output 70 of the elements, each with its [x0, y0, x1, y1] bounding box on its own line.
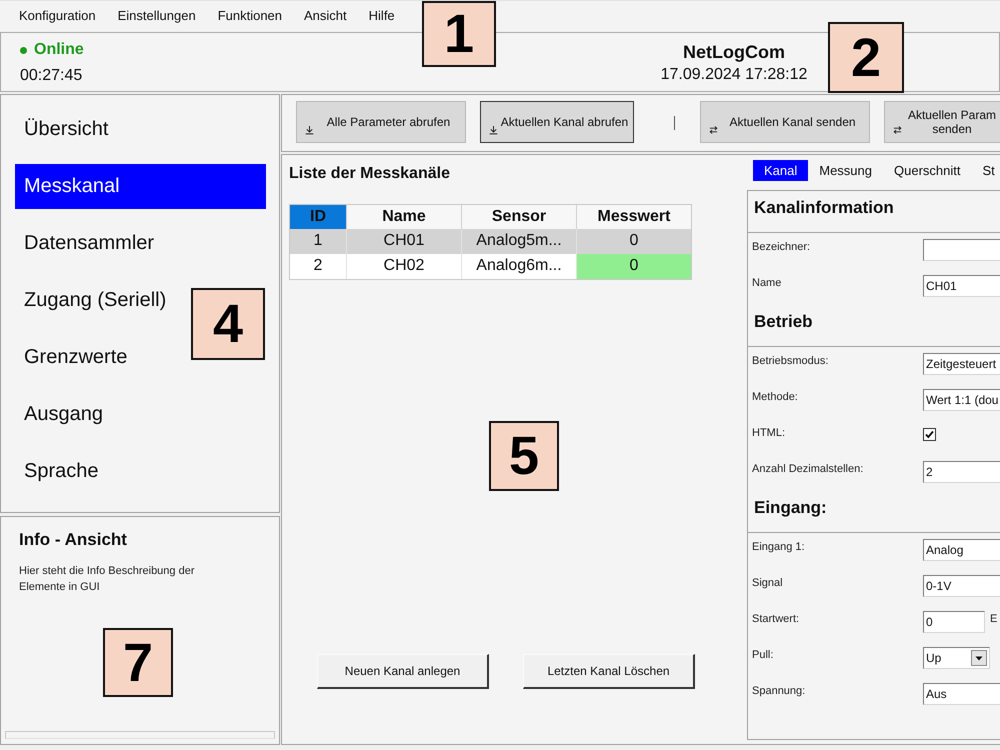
- field-label: HTML:: [752, 426, 786, 440]
- field-label: Betriebsmodus:: [752, 354, 830, 368]
- toolbar-button[interactable]: Alle Parameter abrufen: [296, 101, 466, 143]
- field-label: Startwert:: [752, 612, 800, 626]
- section-heading: Kanalinformation: [754, 198, 894, 217]
- download-icon: [489, 125, 498, 135]
- field-label: Bezeichner:: [752, 240, 812, 254]
- tab[interactable]: Querschnitt: [883, 160, 972, 181]
- caret-down-icon: [971, 650, 987, 666]
- column-header[interactable]: Messwert: [577, 205, 691, 229]
- toolbar-button[interactable]: Aktuellen Param senden: [884, 101, 1000, 143]
- toolbar-button[interactable]: Aktuellen Kanal senden: [700, 101, 870, 143]
- nav-item[interactable]: Messkanal: [15, 164, 266, 209]
- session-timer: 00:27:45: [20, 66, 82, 86]
- input-field[interactable]: Wert 1:1 (dou: [923, 389, 1000, 411]
- swap-arrows-icon: [709, 125, 718, 135]
- input-field[interactable]: 2: [923, 461, 1000, 483]
- section-heading: Betrieb: [754, 312, 813, 331]
- table-cell: CH02: [347, 254, 462, 279]
- field-label: Spannung:: [752, 684, 806, 698]
- table-row[interactable]: 1 CH01 Analog5m... 0: [290, 229, 691, 254]
- nav-item[interactable]: Sprache: [15, 449, 266, 494]
- table-cell-text: 0: [628, 231, 640, 251]
- nav-item[interactable]: Datensammler: [15, 221, 266, 266]
- field-label: Anzahl Dezimalstellen:: [752, 462, 864, 476]
- callout-number: 7: [103, 628, 173, 697]
- input-field[interactable]: Zeitgesteuert: [923, 353, 1000, 375]
- checkbox[interactable]: [923, 428, 936, 441]
- action-button[interactable]: Letzten Kanal Löschen: [523, 654, 695, 689]
- tab[interactable]: Kanal: [753, 160, 808, 181]
- swap-arrows-icon: [893, 125, 902, 135]
- status-label: Online: [34, 41, 84, 59]
- input-field[interactable]: 0: [923, 611, 985, 633]
- info-text: Hier steht die Info Beschreibung der Elemente in GUI: [19, 564, 196, 595]
- download-icon: [305, 125, 314, 135]
- nav-item[interactable]: Ausgang: [15, 392, 266, 437]
- callout-number: 2: [828, 22, 904, 93]
- callout-number: 5: [489, 421, 559, 491]
- callout-number: 1: [422, 1, 496, 67]
- date-time-label: 17.09.2024 17:28:12: [660, 65, 808, 85]
- menu-item[interactable]: Ansicht: [293, 5, 358, 27]
- input-field[interactable]: [923, 239, 1000, 261]
- input-field[interactable]: Aus: [923, 683, 1000, 705]
- callout-number: 4: [191, 288, 265, 360]
- panel-title: Info - Ansicht: [19, 529, 127, 551]
- unit-label: E: [990, 612, 998, 626]
- nav-item[interactable]: Übersicht: [15, 107, 266, 152]
- tab[interactable]: Messung: [808, 160, 883, 181]
- field-label: Methode:: [752, 390, 799, 404]
- menu-item[interactable]: Einstellungen: [106, 5, 207, 27]
- field-label: Name: [752, 276, 782, 290]
- action-button[interactable]: Neuen Kanal anlegen: [317, 654, 489, 689]
- toolbar-button[interactable]: Aktuellen Kanal abrufen: [480, 101, 634, 143]
- menu-item[interactable]: Konfiguration: [8, 5, 107, 27]
- section-title: Liste der Messkanäle: [289, 164, 450, 184]
- field-label: Signal: [752, 576, 784, 590]
- table-cell: 2: [290, 254, 347, 279]
- field-label: Pull:: [752, 648, 774, 662]
- section-heading: Eingang:: [754, 498, 827, 517]
- menu-item[interactable]: Funktionen: [206, 5, 294, 27]
- table-cell: 0: [577, 254, 691, 279]
- column-header[interactable]: ID: [290, 205, 347, 229]
- menu-item[interactable]: Hilfe: [358, 5, 406, 27]
- dropdown-field[interactable]: Up: [923, 647, 990, 669]
- app-title: NetLogCom: [683, 41, 785, 63]
- input-field[interactable]: Analog: [923, 539, 1000, 561]
- input-field[interactable]: 0-1V: [923, 575, 1000, 597]
- field-label: Eingang 1:: [752, 540, 806, 554]
- input-field[interactable]: CH01: [923, 275, 1000, 297]
- tab[interactable]: St: [971, 160, 1000, 181]
